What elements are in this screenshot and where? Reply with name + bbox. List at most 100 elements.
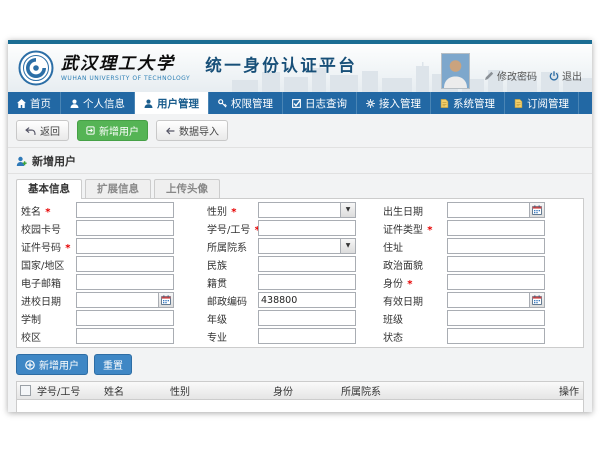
address-input[interactable] [447, 238, 545, 254]
form-field-political-status: 政治面貌 [383, 255, 579, 273]
power-icon [549, 71, 559, 81]
postal-code-value[interactable] [259, 293, 355, 307]
class-value[interactable] [448, 311, 544, 325]
field-label-status: 状态 [383, 329, 447, 344]
field-label-native-place: 籍贯 [207, 275, 258, 290]
native-place-input[interactable] [258, 274, 356, 290]
valid-date-value[interactable] [448, 293, 529, 307]
email-input[interactable] [76, 274, 174, 290]
nav-tab-user-mgmt[interactable]: 用户管理 [135, 92, 209, 114]
user-area: 修改密码 退出 [441, 53, 582, 89]
schooling-length-value[interactable] [77, 311, 173, 325]
nav-tab-access-mgmt[interactable]: 接入管理 [357, 92, 431, 114]
change-password-label: 修改密码 [497, 68, 537, 83]
tab-extended-info[interactable]: 扩展信息 [85, 179, 151, 198]
campus-card-value[interactable] [77, 221, 173, 235]
birth-date-date-input[interactable] [447, 202, 545, 218]
student-id-value[interactable] [259, 221, 355, 235]
student-id-input[interactable] [258, 220, 356, 236]
chevron-down-icon[interactable]: ▼ [340, 239, 355, 253]
form-field-class: 班级 [383, 309, 579, 327]
identity-value[interactable] [448, 275, 544, 289]
submit-add-user-button[interactable]: 新增用户 [16, 354, 88, 375]
name-input[interactable] [76, 202, 174, 218]
status-value[interactable] [448, 329, 544, 343]
campus-input[interactable] [76, 328, 174, 344]
valid-date-date-input[interactable] [447, 292, 545, 308]
form-field-campus-card: 校园卡号 [21, 219, 207, 237]
enroll-date-value[interactable] [77, 293, 158, 307]
form-field-valid-date: 有效日期 [383, 291, 579, 309]
nav-tab-home[interactable]: 首页 [8, 92, 61, 114]
ethnicity-value[interactable] [259, 257, 355, 271]
nav-tab-subscription-mgmt[interactable]: 订阅管理 [505, 92, 579, 114]
email-value[interactable] [77, 275, 173, 289]
status-input[interactable] [447, 328, 545, 344]
reset-button-label: 重置 [103, 357, 123, 372]
department-select[interactable]: ▼ [258, 238, 356, 254]
form-actions: 新增用户 重置 [8, 348, 592, 381]
major-value[interactable] [259, 329, 355, 343]
id-number-input[interactable] [76, 238, 174, 254]
class-input[interactable] [447, 310, 545, 326]
field-label-department: 所属院系 [207, 239, 258, 254]
calendar-icon[interactable] [158, 293, 173, 307]
id-type-value[interactable] [448, 221, 544, 235]
required-asterisk: * [231, 207, 236, 218]
tab-basic-info[interactable]: 基本信息 [16, 179, 82, 199]
grade-input[interactable] [258, 310, 356, 326]
campus-card-input[interactable] [76, 220, 174, 236]
department-value[interactable] [259, 239, 340, 253]
name-value[interactable] [77, 203, 173, 217]
native-place-value[interactable] [259, 275, 355, 289]
add-user-toolbar-button[interactable]: 新增用户 [77, 120, 148, 141]
country-input[interactable] [76, 256, 174, 272]
calendar-icon[interactable] [529, 293, 544, 307]
nav-tab-profile[interactable]: 个人信息 [61, 92, 135, 114]
nav-tab-permission-mgmt[interactable]: 权限管理 [209, 92, 283, 114]
nav-tab-system-mgmt[interactable]: 系统管理 [431, 92, 505, 114]
ethnicity-input[interactable] [258, 256, 356, 272]
gender-select[interactable]: ▼ [258, 202, 356, 218]
country-value[interactable] [77, 257, 173, 271]
identity-input[interactable] [447, 274, 545, 290]
postal-code-input[interactable] [258, 292, 356, 308]
grade-value[interactable] [259, 311, 355, 325]
id-type-input[interactable] [447, 220, 545, 236]
user-icon [70, 99, 79, 108]
major-input[interactable] [258, 328, 356, 344]
avatar [441, 53, 470, 89]
table-column-header: 操作 [555, 383, 583, 398]
chevron-down-icon[interactable]: ▼ [340, 203, 355, 217]
form-field-birth-date: 出生日期 [383, 201, 579, 219]
field-label-enroll-date: 进校日期 [21, 293, 76, 308]
nav-tab-label: 权限管理 [231, 96, 273, 111]
back-button[interactable]: 返回 [16, 120, 69, 141]
gender-value[interactable] [259, 203, 340, 217]
tab-upload-avatar[interactable]: 上传头像 [154, 179, 220, 198]
political-status-value[interactable] [448, 257, 544, 271]
logout-link[interactable]: 退出 [549, 68, 582, 83]
data-import-button[interactable]: 数据导入 [156, 120, 228, 141]
calendar-icon[interactable] [529, 203, 544, 217]
change-password-link[interactable]: 修改密码 [484, 68, 537, 83]
reset-button[interactable]: 重置 [94, 354, 132, 375]
id-number-value[interactable] [77, 239, 173, 253]
address-value[interactable] [448, 239, 544, 253]
campus-value[interactable] [77, 329, 173, 343]
form-field-gender: 性别 *▼ [207, 201, 383, 219]
enroll-date-date-input[interactable] [76, 292, 174, 308]
field-label-campus: 校区 [21, 329, 76, 344]
nav-tab-log-query[interactable]: 日志查询 [283, 92, 357, 114]
form-field-campus: 校区 [21, 327, 207, 345]
select-all-checkbox[interactable] [20, 385, 31, 396]
import-arrow-icon [165, 127, 175, 135]
required-asterisk: * [407, 279, 412, 290]
birth-date-value[interactable] [448, 203, 529, 217]
content-area: 返回 新增用户 数据导入 [8, 114, 592, 412]
schooling-length-input[interactable] [76, 310, 174, 326]
university-name-en: WUHAN UNIVERSITY OF TECHNOLOGY [61, 75, 190, 82]
political-status-input[interactable] [447, 256, 545, 272]
nav-tab-label: 首页 [30, 96, 51, 111]
required-asterisk: * [65, 243, 70, 254]
